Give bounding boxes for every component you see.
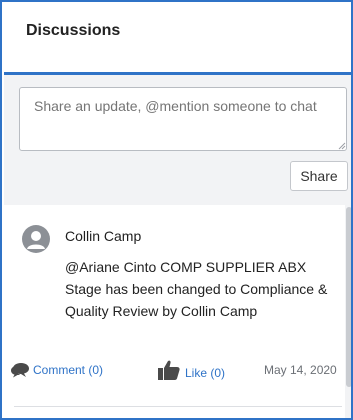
- share-button[interactable]: Share: [290, 161, 348, 191]
- comment-icon: [11, 363, 29, 378]
- post-date: May 14, 2020: [264, 363, 337, 377]
- panel-header: Discussions: [4, 4, 351, 72]
- resize-grip-icon[interactable]: [338, 142, 346, 150]
- post-author[interactable]: Collin Camp: [65, 228, 141, 244]
- update-input[interactable]: [19, 87, 347, 151]
- like-label: Like (0): [185, 366, 226, 380]
- comment-button[interactable]: Comment (0): [10, 359, 103, 379]
- discussions-panel: Discussions Share Collin Camp @Ariane Ci…: [0, 0, 353, 420]
- comment-label: Comment (0): [33, 363, 104, 377]
- like-button[interactable]: Like (0): [157, 359, 225, 381]
- panel-title: Discussions: [26, 22, 121, 39]
- user-avatar-icon[interactable]: [22, 225, 50, 253]
- feed-scrollbar-thumb[interactable]: [346, 207, 351, 387]
- post-body: @Ariane Cinto COMP SUPPLIER ABX Stage ha…: [65, 259, 328, 319]
- post-divider: [14, 406, 342, 407]
- thumbs-up-icon: [158, 360, 180, 380]
